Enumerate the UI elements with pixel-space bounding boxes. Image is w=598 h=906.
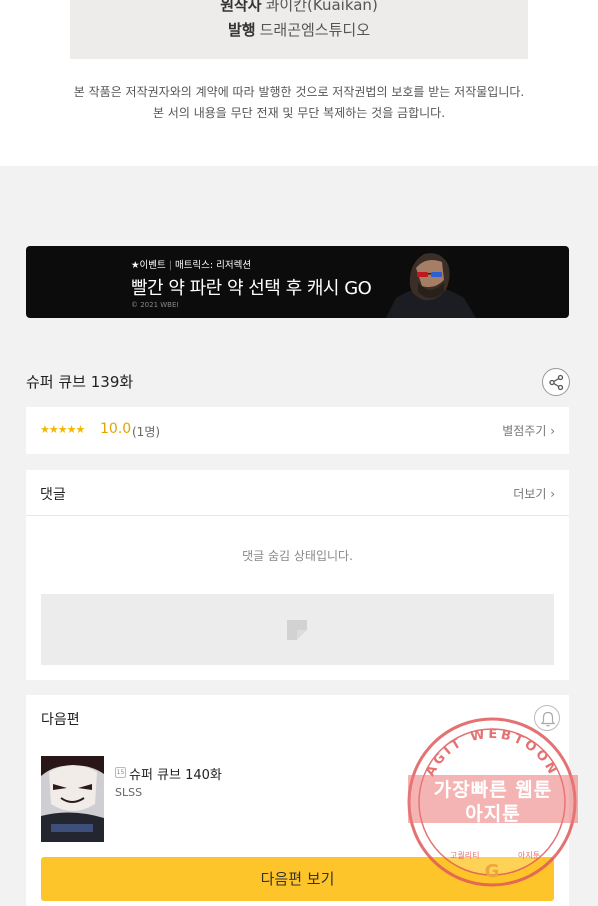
- next-episode-author: SLSS: [115, 786, 143, 799]
- rating-card: ★★★★★ 10.0 (1명) 별점주기 ›: [26, 407, 569, 454]
- comments-more-link[interactable]: 더보기 ›: [513, 485, 555, 502]
- rating-count: (1명): [132, 425, 161, 439]
- next-episode-thumbnail[interactable]: [41, 756, 104, 842]
- comments-hidden-message: 댓글 숨김 상태입니다.: [242, 549, 353, 563]
- credit-original-label: 원작사: [220, 0, 262, 14]
- banner-subtitle: 매트릭스: 리저렉션: [174, 260, 252, 271]
- watermark-line2: 아지툰: [465, 803, 521, 825]
- credit-original-value: 콰이칸(Kuaikan): [265, 0, 378, 14]
- bell-icon: [540, 711, 556, 727]
- comments-title: 댓글: [40, 487, 66, 503]
- credit-original: 원작사 콰이칸(Kuaikan): [70, 0, 528, 15]
- share-button[interactable]: [542, 368, 570, 396]
- next-episode-thumbnail-image: [41, 756, 104, 842]
- banner-separator: |: [168, 260, 172, 271]
- rating-score: 10.0: [100, 421, 132, 437]
- watermark-line1: 가장빠른 웹툰: [433, 779, 553, 801]
- copyright-section: 원작사 콰이칸(Kuaikan) 발행 드래곤엠스튜디오 본 작품은 저작권자와의 …: [0, 0, 598, 166]
- copyright-notice-line2: 본 서의 내용을 무단 전재 및 무단 복제하는 것을 금합니다.: [152, 106, 446, 120]
- notification-button[interactable]: [534, 705, 560, 731]
- banner-copyright: © 2021 WBEI: [131, 301, 179, 309]
- banner-headline: 빨간 약 파란 약 선택 후 캐시 GO: [131, 278, 372, 299]
- age-rating-badge: 15: [115, 767, 126, 778]
- share-icon: [549, 374, 564, 391]
- copyright-notice-line1: 본 작품은 저작권자와의 계약에 따라 발행한 것으로 저작권법의 보호를 받는…: [73, 85, 525, 99]
- ad-placeholder-icon: [287, 620, 307, 640]
- comments-section: 댓글 더보기 › 댓글 숨김 상태입니다.: [26, 470, 569, 680]
- credit-publisher: 발행 드래곤엠스튜디오: [70, 19, 528, 40]
- event-banner[interactable]: ★이벤트 | 매트릭스: 리저렉션 빨간 약 파란 약 선택 후 캐시 GO © 2…: [26, 246, 569, 318]
- credits-box: 원작사 콰이칸(Kuaikan) 발행 드래곤엠스튜디오: [70, 0, 528, 59]
- episode-title: 슈퍼 큐브 139화: [26, 373, 134, 391]
- banner-figure-image: [386, 253, 476, 318]
- next-episode-section-title: 다음편: [41, 712, 80, 728]
- banner-tagline: ★이벤트 | 매트릭스: 리저렉션: [131, 257, 251, 271]
- banner-tag: ★이벤트: [131, 260, 166, 271]
- rating-stars: ★★★★★: [40, 423, 85, 436]
- credit-publisher-value: 드래곤엠스튜디오: [259, 21, 370, 39]
- credit-publisher-label: 발행: [227, 21, 256, 39]
- comments-header: 댓글 더보기 ›: [26, 470, 569, 516]
- next-episode-title[interactable]: 슈퍼 큐브 140화: [129, 764, 222, 783]
- rate-button[interactable]: 별점주기 ›: [502, 422, 555, 439]
- ad-placeholder[interactable]: [41, 594, 554, 665]
- next-episode-button[interactable]: 다음편 보기: [41, 857, 554, 901]
